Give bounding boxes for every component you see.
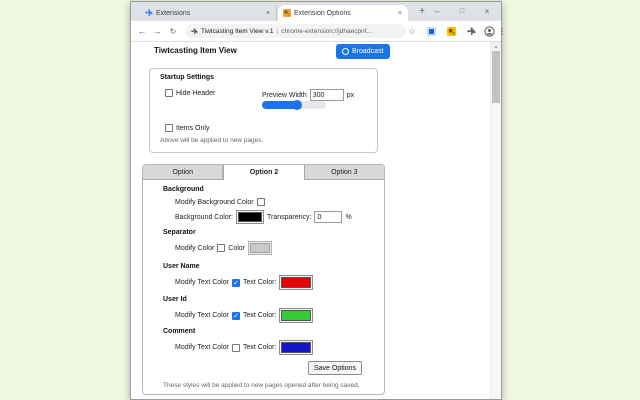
scrollbar-thumb[interactable] — [492, 51, 500, 103]
comment-modify-label: Modify Text Color — [175, 344, 229, 351]
modify-background-row: Modify Background Color — [175, 198, 265, 206]
user-name-modify-checkbox[interactable] — [231, 278, 240, 287]
tab-label: Extension Options — [294, 9, 351, 17]
window-maximize-button[interactable]: □ — [451, 2, 473, 20]
tab-label: Extensions — [156, 9, 191, 17]
preview-width-slider[interactable] — [262, 100, 326, 110]
items-only-label: Items Only — [176, 124, 210, 132]
broadcast-button[interactable]: Broadcast — [336, 44, 390, 59]
separator-heading: Separator — [163, 229, 196, 236]
modify-background-checkbox[interactable] — [256, 198, 265, 206]
slider-knob[interactable] — [292, 100, 303, 110]
page-viewport: Tiwtcasting Item View Broadcast Startup … — [131, 42, 501, 399]
user-name-heading: User Name — [163, 263, 200, 270]
options-note: These styles will be applied to new page… — [163, 382, 360, 389]
window-close-button[interactable]: × — [476, 2, 498, 20]
back-icon[interactable]: ← — [135, 21, 149, 41]
extensions-menu-puzzle-icon[interactable] — [464, 21, 478, 41]
separator-color-swatch[interactable] — [248, 241, 273, 255]
reload-icon[interactable]: ↻ — [166, 21, 180, 41]
profile-avatar-icon[interactable] — [482, 21, 496, 41]
page-title: Tiwtcasting Item View — [154, 46, 237, 55]
preview-width-input[interactable] — [309, 89, 344, 101]
background-color-label: Background Color: — [175, 213, 233, 221]
user-id-modify-checkbox[interactable] — [231, 311, 240, 320]
tab-extensions[interactable]: Extensions × — [140, 5, 277, 21]
bookmark-star-icon[interactable]: ☆ — [405, 21, 419, 41]
background-color-row: Background Color: Transparency: % — [175, 210, 352, 224]
tab-close-icon[interactable]: × — [265, 10, 271, 17]
comment-color-swatch[interactable] — [279, 340, 314, 355]
options-box: Option Option 2 Option 3 Background Modi… — [142, 164, 385, 395]
comment-modify-checkbox[interactable] — [231, 343, 240, 352]
forward-icon[interactable]: → — [150, 21, 164, 41]
user-name-row: Modify Text Color Text Color: — [175, 275, 314, 290]
hide-header-label: Hide Header — [176, 89, 216, 97]
items-only-row: Items Only — [165, 124, 209, 132]
transparency-input[interactable] — [314, 211, 343, 223]
comment-color-label: Text Color: — [242, 344, 277, 351]
save-options-button[interactable]: Save Options — [308, 361, 363, 375]
options-tab-bar: Option Option 2 Option 3 — [143, 165, 384, 180]
background-color-swatch[interactable] — [235, 210, 264, 224]
tab-option-3[interactable]: Option 3 — [305, 165, 384, 179]
tab-option-1[interactable]: Option — [143, 165, 224, 179]
transparency-unit: % — [345, 213, 352, 221]
broadcast-icon — [342, 48, 349, 55]
startup-note: Above will be applied to new pages. — [160, 137, 264, 144]
preview-width-row: Preview Width px — [262, 89, 354, 101]
startup-settings-heading: Startup Settings — [160, 74, 215, 81]
puzzle-favicon-icon — [145, 9, 153, 17]
scrollbar-up-icon[interactable]: ▲ — [491, 42, 501, 51]
tab-strip: Extensions × Extension Options × + – □ × — [131, 2, 501, 21]
comment-heading: Comment — [163, 328, 196, 335]
extension-blue-icon[interactable] — [424, 21, 438, 41]
user-name-color-swatch[interactable] — [279, 275, 314, 290]
preview-width-label: Preview Width — [262, 91, 307, 99]
separator-modify-label: Modify Color — [175, 244, 215, 252]
page-scrollbar[interactable]: ▲ — [490, 42, 501, 399]
comment-row: Modify Text Color Text Color: — [175, 340, 314, 355]
address-page-label: Tiwtcasting Item View v.1 — [201, 27, 274, 35]
address-url: chrome-extension://jdhaecpnf... — [281, 27, 372, 35]
startup-settings-box: Startup Settings Hide Header Preview Wid… — [149, 68, 378, 153]
extension-orange-icon[interactable] — [444, 21, 458, 41]
user-id-color-swatch[interactable] — [279, 308, 314, 323]
browser-toolbar: ← → ↻ Tiwtcasting Item View v.1 | chrome… — [131, 21, 506, 42]
separator-modify-checkbox[interactable] — [217, 244, 226, 252]
items-only-checkbox[interactable] — [165, 124, 173, 132]
user-id-row: Modify Text Color Text Color: — [175, 308, 314, 323]
tab-option-2[interactable]: Option 2 — [223, 165, 305, 180]
user-id-heading: User Id — [163, 296, 187, 303]
browser-window: Extensions × Extension Options × + – □ ×… — [130, 1, 506, 400]
transparency-label: Transparency: — [266, 213, 312, 221]
address-bar[interactable]: Tiwtcasting Item View v.1 | chrome-exten… — [185, 24, 406, 38]
tab-extension-options[interactable]: Extension Options × — [278, 5, 408, 21]
address-divider: | — [276, 27, 279, 35]
tab-close-icon[interactable]: × — [397, 10, 403, 17]
preview-width-unit: px — [346, 91, 355, 99]
extension-favicon-icon — [283, 9, 291, 17]
user-id-color-label: Text Color: — [242, 312, 277, 319]
extension-puzzle-icon — [191, 27, 198, 35]
background-heading: Background — [163, 186, 204, 193]
browser-menu-icon[interactable]: ⋮ — [495, 21, 509, 41]
user-name-color-label: Text Color: — [242, 279, 277, 286]
window-minimize-button[interactable]: – — [426, 2, 448, 20]
hide-header-row: Hide Header — [165, 89, 215, 97]
modify-background-label: Modify Background Color — [175, 198, 254, 206]
separator-row: Modify Color Color — [175, 241, 273, 255]
user-id-modify-label: Modify Text Color — [175, 312, 229, 319]
hide-header-checkbox[interactable] — [165, 89, 173, 97]
user-name-modify-label: Modify Text Color — [175, 279, 229, 286]
separator-color-label: Color — [228, 244, 246, 252]
